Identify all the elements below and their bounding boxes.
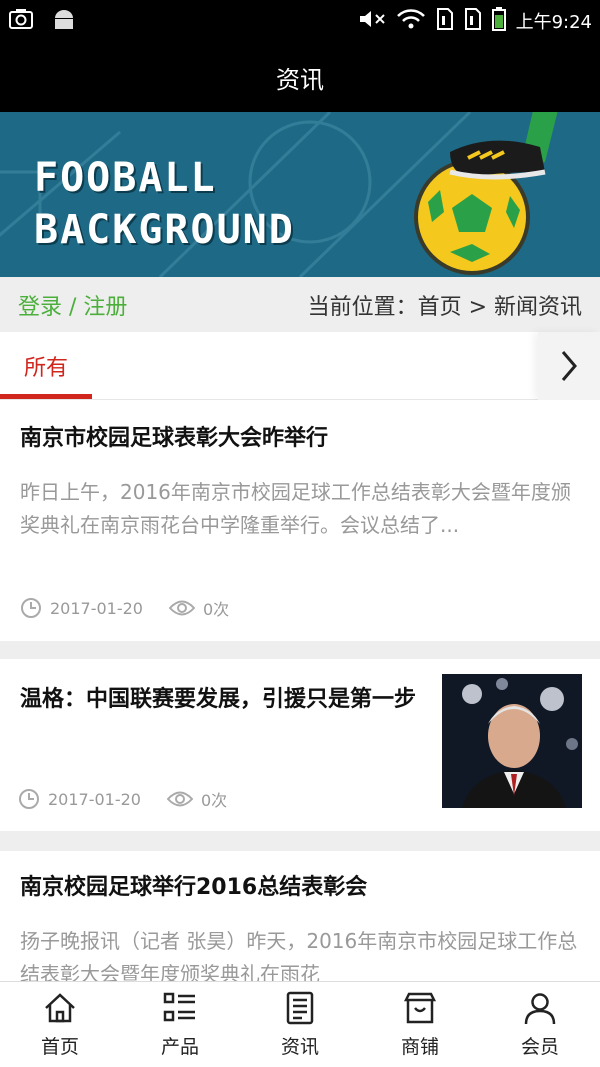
wifi-icon xyxy=(396,8,426,35)
news-icon xyxy=(286,991,314,1025)
article-views: 0次 xyxy=(202,600,230,619)
sim-icon-2 xyxy=(464,7,482,36)
login-register-link[interactable]: 登录 / 注册 xyxy=(18,289,127,321)
bottom-nav: 首页 产品 资讯 商铺 会员 xyxy=(0,981,600,1067)
camera-icon xyxy=(8,8,34,34)
eye-icon xyxy=(166,791,193,807)
article-card[interactable]: 温格：中国联赛要发展，引援只是第一步 2017-01-20 0次 xyxy=(0,659,600,831)
nav-news[interactable]: 资讯 xyxy=(240,982,360,1067)
nav-member[interactable]: 会员 xyxy=(480,982,600,1067)
tab-all[interactable]: 所有 xyxy=(0,332,92,400)
android-icon xyxy=(52,8,76,34)
tab-active-indicator xyxy=(0,394,92,399)
app-header: 资讯 xyxy=(0,42,600,112)
status-time: 上午9:24 xyxy=(515,12,592,33)
category-tabs: 所有 xyxy=(0,332,600,400)
tabs-next-button[interactable] xyxy=(538,332,600,400)
nav-label: 产品 xyxy=(160,1036,199,1058)
sim-icon xyxy=(436,7,454,36)
nav-products[interactable]: 产品 xyxy=(120,982,240,1067)
list-icon xyxy=(163,992,195,1022)
banner: FOOBALL BACKGROUND xyxy=(0,112,600,277)
clock-icon xyxy=(21,598,41,618)
nav-label: 商铺 xyxy=(400,1036,439,1058)
article-meta: 2017-01-20 0次 xyxy=(18,787,227,811)
article-title[interactable]: 南京市校园足球表彰大会昨举行 xyxy=(20,424,328,454)
soccer-ball-icon xyxy=(414,112,558,275)
article-summary: 扬子晚报讯（记者 张昊）昨天，2016年南京市校园足球工作总结表彰大会暨年度颁奖… xyxy=(20,929,578,981)
user-icon xyxy=(524,993,556,1025)
article-title[interactable]: 温格：中国联赛要发展，引援只是第一步 xyxy=(20,685,420,715)
nav-label: 资讯 xyxy=(280,1036,319,1058)
article-thumbnail[interactable] xyxy=(442,674,582,808)
clock-icon xyxy=(19,789,39,809)
article-card[interactable]: 南京市校园足球表彰大会昨举行 昨日上午，2016年南京市校园足球工作总结表彰大会… xyxy=(0,400,600,641)
banner-line2: BACKGROUND xyxy=(34,207,295,253)
nav-label: 首页 xyxy=(40,1036,79,1058)
status-bar: 上午9:24 xyxy=(0,0,600,42)
article-date: 2017-01-20 xyxy=(50,598,143,618)
article-title[interactable]: 南京校园足球举行2016总结表彰会 xyxy=(20,873,367,903)
home-icon xyxy=(45,993,75,1023)
article-date: 2017-01-20 xyxy=(48,789,141,809)
article-views: 0次 xyxy=(200,791,228,810)
article-meta: 2017-01-20 0次 xyxy=(20,596,229,620)
chevron-right-icon xyxy=(561,351,577,381)
page-title: 资讯 xyxy=(276,65,324,94)
banner-text: FOOBALL BACKGROUND xyxy=(34,152,295,256)
battery-icon xyxy=(491,6,506,36)
article-card[interactable]: 南京校园足球举行2016总结表彰会 扬子晚报讯（记者 张昊）昨天，2016年南京… xyxy=(0,851,600,981)
shop-icon xyxy=(403,992,437,1024)
article-summary: 昨日上午，2016年南京市校园足球工作总结表彰大会暨年度颁奖典礼在南京雨花台中学… xyxy=(20,480,571,537)
breadcrumb: 当前位置：首页 > 新闻资讯 xyxy=(307,294,582,320)
nav-home[interactable]: 首页 xyxy=(0,982,120,1067)
breadcrumb-bar: 登录 / 注册 当前位置：首页 > 新闻资讯 xyxy=(0,277,600,332)
banner-line1: FOOBALL xyxy=(34,155,217,201)
eye-icon xyxy=(168,600,195,616)
nav-shop[interactable]: 商铺 xyxy=(360,982,480,1067)
nav-label: 会员 xyxy=(520,1036,559,1058)
mute-icon xyxy=(358,8,386,35)
